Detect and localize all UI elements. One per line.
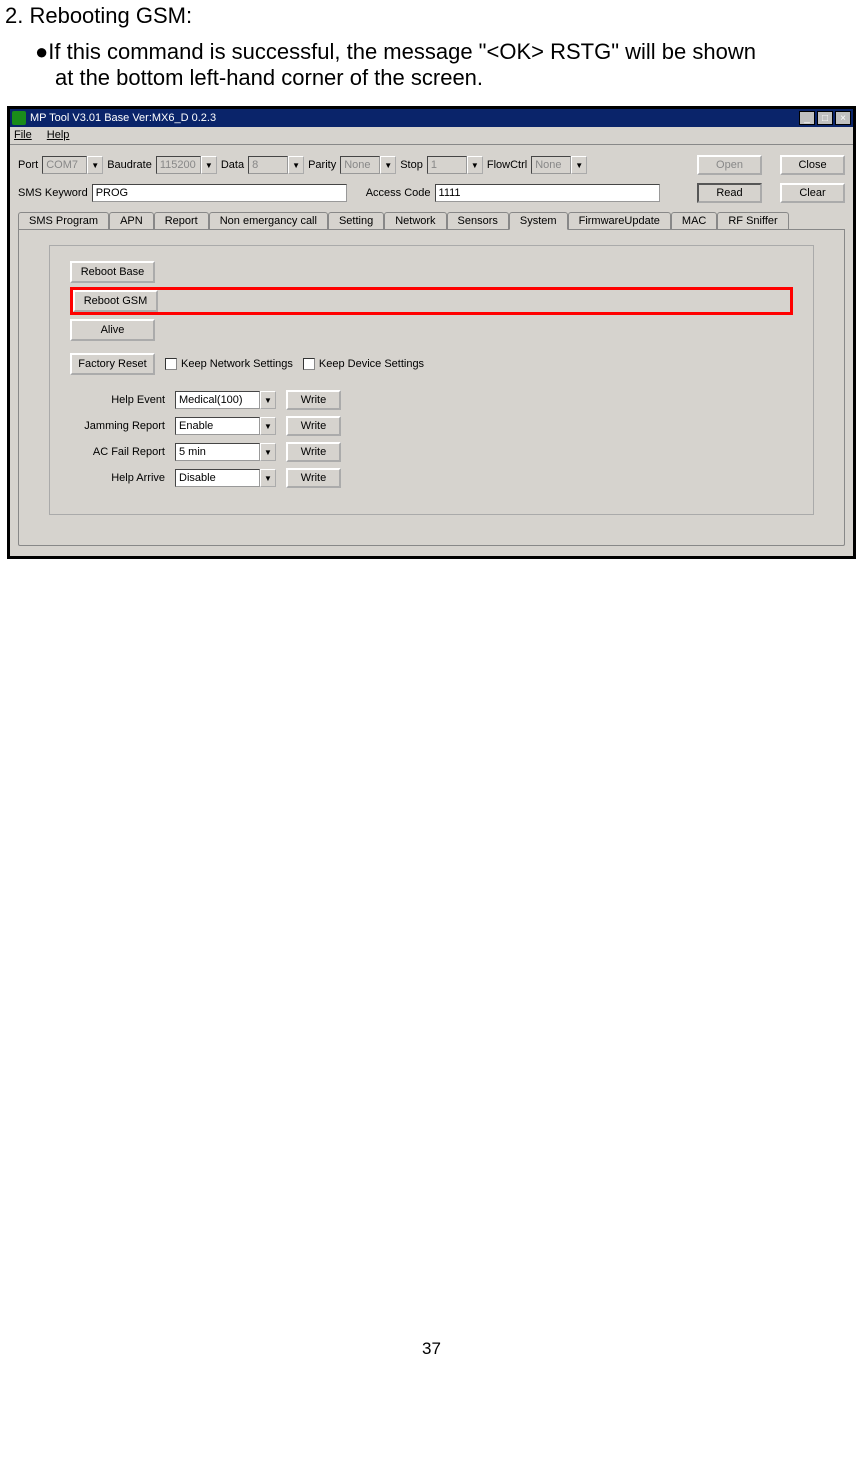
read-button[interactable]: Read: [697, 183, 762, 203]
page-number: 37: [0, 1339, 863, 1359]
app-icon: [12, 111, 26, 125]
ac-fail-report-select[interactable]: [175, 443, 260, 461]
access-code-input[interactable]: [435, 184, 660, 202]
port-select[interactable]: [42, 156, 87, 174]
help-arrive-write-button[interactable]: Write: [286, 468, 341, 488]
reboot-base-button[interactable]: Reboot Base: [70, 261, 155, 283]
jamming-report-select[interactable]: [175, 417, 260, 435]
heading-rebooting-gsm: 2. Rebooting GSM:: [5, 3, 863, 29]
help-arrive-dropdown-icon[interactable]: ▼: [260, 469, 276, 487]
keep-device-checkbox[interactable]: [303, 358, 315, 370]
maximize-button[interactable]: □: [817, 111, 833, 125]
baudrate-select[interactable]: [156, 156, 201, 174]
tab-apn[interactable]: APN: [109, 212, 154, 229]
baudrate-dropdown-icon[interactable]: ▼: [201, 156, 217, 174]
tab-non-emergency[interactable]: Non emergancy call: [209, 212, 328, 229]
factory-reset-button[interactable]: Factory Reset: [70, 353, 155, 375]
stop-dropdown-icon[interactable]: ▼: [467, 156, 483, 174]
jamming-report-label: Jamming Report: [70, 420, 165, 432]
open-button[interactable]: Open: [697, 155, 762, 175]
flowctrl-dropdown-icon[interactable]: ▼: [571, 156, 587, 174]
help-event-label: Help Event: [70, 394, 165, 406]
app-window: MP Tool V3.01 Base Ver:MX6_D 0.2.3 _ □ ×…: [7, 106, 856, 559]
alive-button[interactable]: Alive: [70, 319, 155, 341]
tab-row: SMS Program APN Report Non emergancy cal…: [18, 211, 845, 230]
port-label: Port: [18, 159, 38, 171]
help-event-select[interactable]: [175, 391, 260, 409]
data-select[interactable]: [248, 156, 288, 174]
menubar: File Help: [10, 127, 853, 145]
window-title: MP Tool V3.01 Base Ver:MX6_D 0.2.3: [30, 112, 216, 124]
help-event-dropdown-icon[interactable]: ▼: [260, 391, 276, 409]
tab-system[interactable]: System: [509, 212, 568, 230]
tab-setting[interactable]: Setting: [328, 212, 384, 229]
ac-fail-report-label: AC Fail Report: [70, 446, 165, 458]
bullet-text: ●If this command is successful, the mess…: [35, 39, 863, 65]
ac-fail-dropdown-icon[interactable]: ▼: [260, 443, 276, 461]
sms-keyword-label: SMS Keyword: [18, 187, 88, 199]
baudrate-label: Baudrate: [107, 159, 152, 171]
tab-network[interactable]: Network: [384, 212, 446, 229]
tab-report[interactable]: Report: [154, 212, 209, 229]
menu-file[interactable]: File: [14, 129, 32, 141]
help-arrive-label: Help Arrive: [70, 472, 165, 484]
tab-content-system: Reboot Base Reboot GSM Alive Factory Res…: [18, 230, 845, 546]
minimize-button[interactable]: _: [799, 111, 815, 125]
ac-fail-write-button[interactable]: Write: [286, 442, 341, 462]
tab-mac[interactable]: MAC: [671, 212, 717, 229]
data-dropdown-icon[interactable]: ▼: [288, 156, 304, 174]
keep-network-checkbox[interactable]: [165, 358, 177, 370]
jamming-write-button[interactable]: Write: [286, 416, 341, 436]
flowctrl-select[interactable]: [531, 156, 571, 174]
sms-keyword-input[interactable]: [92, 184, 347, 202]
keep-device-label: Keep Device Settings: [319, 358, 424, 370]
highlight-reboot-gsm: Reboot GSM: [70, 287, 793, 315]
reboot-gsm-button[interactable]: Reboot GSM: [73, 290, 158, 312]
parity-dropdown-icon[interactable]: ▼: [380, 156, 396, 174]
access-code-label: Access Code: [366, 187, 431, 199]
menu-help[interactable]: Help: [47, 129, 70, 141]
parity-label: Parity: [308, 159, 336, 171]
parity-select[interactable]: [340, 156, 380, 174]
stop-label: Stop: [400, 159, 423, 171]
clear-button[interactable]: Clear: [780, 183, 845, 203]
bullet-text-cont: at the bottom left-hand corner of the sc…: [55, 65, 863, 91]
tab-rf-sniffer[interactable]: RF Sniffer: [717, 212, 788, 229]
close-button[interactable]: Close: [780, 155, 845, 175]
help-event-write-button[interactable]: Write: [286, 390, 341, 410]
tab-sensors[interactable]: Sensors: [447, 212, 509, 229]
flowctrl-label: FlowCtrl: [487, 159, 527, 171]
tab-firmware[interactable]: FirmwareUpdate: [568, 212, 671, 229]
stop-select[interactable]: [427, 156, 467, 174]
jamming-dropdown-icon[interactable]: ▼: [260, 417, 276, 435]
port-dropdown-icon[interactable]: ▼: [87, 156, 103, 174]
close-window-button[interactable]: ×: [835, 111, 851, 125]
tab-sms-program[interactable]: SMS Program: [18, 212, 109, 229]
help-arrive-select[interactable]: [175, 469, 260, 487]
titlebar: MP Tool V3.01 Base Ver:MX6_D 0.2.3 _ □ ×: [10, 109, 853, 127]
data-label: Data: [221, 159, 244, 171]
keep-network-label: Keep Network Settings: [181, 358, 293, 370]
